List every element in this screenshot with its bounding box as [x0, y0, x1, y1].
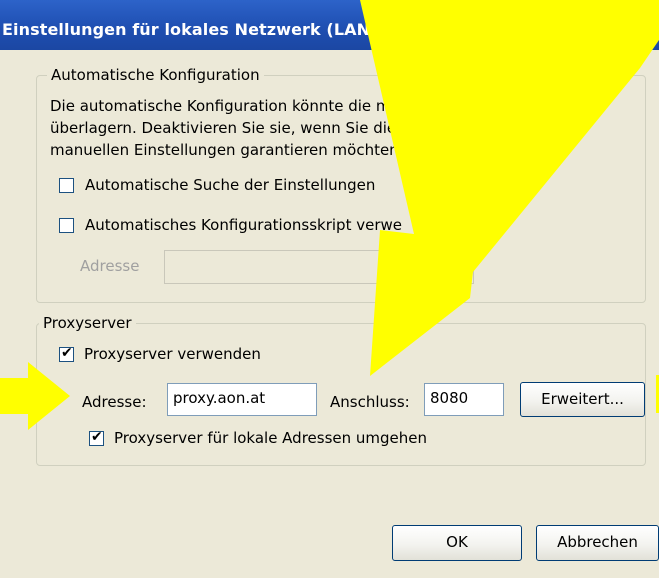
annotation-arrows	[0, 0, 659, 430]
annotation-arrow-top	[360, 0, 659, 376]
annotation-arrow-left	[0, 362, 70, 430]
